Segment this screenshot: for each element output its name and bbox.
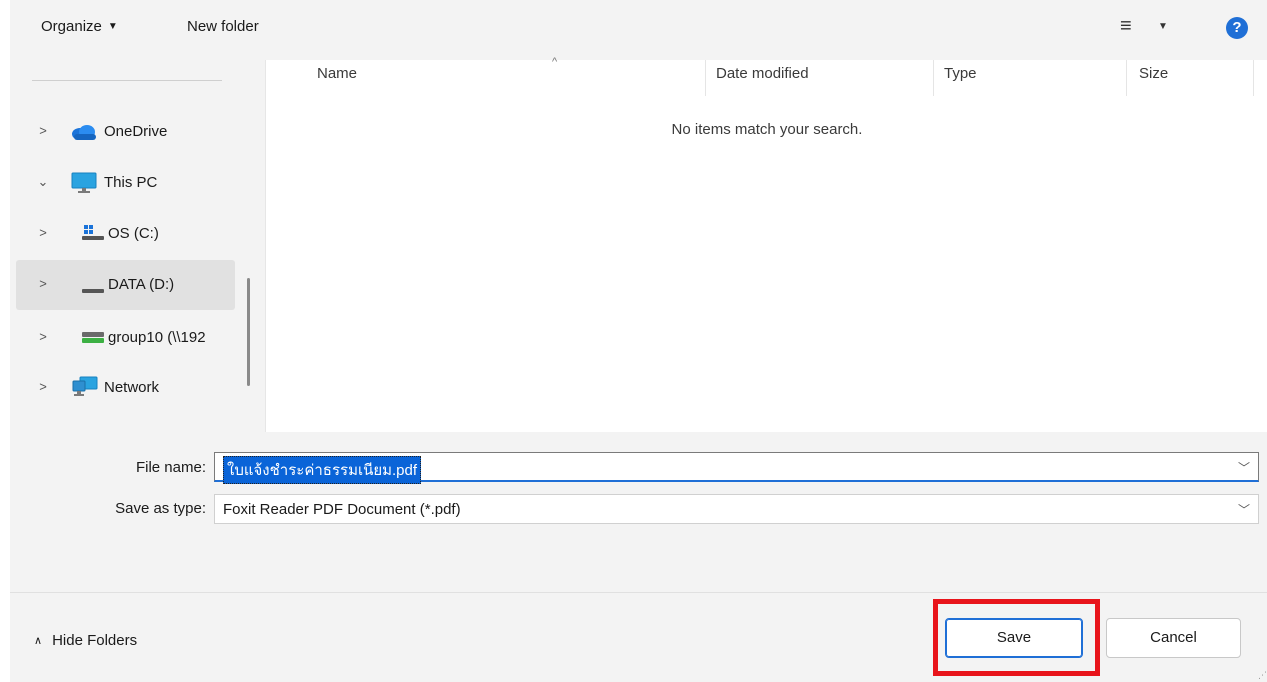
chevron-down-icon[interactable]: ⌄: [36, 174, 50, 190]
file-name-input[interactable]: ใบแจ้งชำระค่าธรรมเนียม.pdf ﹀: [214, 452, 1259, 484]
nav-item-onedrive[interactable]: > OneDrive: [16, 112, 235, 152]
highlight-annotation-box: [933, 599, 1100, 676]
chevron-right-icon[interactable]: >: [36, 276, 50, 291]
monitor-icon: [71, 172, 97, 198]
hide-folders-label: Hide Folders: [52, 632, 138, 649]
nav-item-network[interactable]: > Network: [16, 368, 235, 408]
chevron-right-icon[interactable]: >: [36, 329, 50, 344]
save-form: File name: ใบแจ้งชำระค่าธรรมเนียม.pdf ﹀ …: [10, 432, 1267, 592]
sort-ascending-icon: ^: [552, 56, 558, 68]
nav-divider: [32, 80, 222, 81]
column-header-name[interactable]: Name: [317, 65, 357, 82]
windows-drive-icon: [82, 224, 104, 246]
network-icon: [72, 376, 98, 402]
chevron-right-icon[interactable]: >: [36, 123, 50, 138]
file-name-label: File name:: [135, 459, 206, 476]
chevron-right-icon[interactable]: >: [36, 379, 50, 394]
chevron-down-icon: ▼: [107, 21, 118, 32]
save-type-select[interactable]: Foxit Reader PDF Document (*.pdf) ﹀: [214, 494, 1259, 524]
nav-scrollbar[interactable]: [247, 278, 250, 386]
navigation-pane: > OneDrive ⌄ This PC > OS (C:) > DATA (D…: [10, 60, 265, 432]
nav-item-label: OneDrive: [104, 123, 168, 140]
help-icon[interactable]: ?: [1226, 17, 1248, 39]
chevron-down-icon[interactable]: ﹀: [1238, 459, 1250, 476]
column-header-type[interactable]: Type: [944, 65, 977, 82]
nav-item-label: OS (C:): [108, 225, 159, 242]
chevron-down-icon[interactable]: ﹀: [1238, 501, 1250, 518]
column-divider[interactable]: [1253, 60, 1254, 96]
file-list: ^ Name Date modified Type Size No items …: [265, 56, 1267, 432]
network-drive-icon: [82, 331, 104, 348]
new-folder-button[interactable]: New folder: [187, 18, 259, 35]
dialog-footer: ∧ Hide Folders Save Cancel ⋰: [10, 592, 1267, 682]
nav-item-label: DATA (D:): [108, 276, 175, 293]
save-type-label: Save as type:: [115, 500, 206, 517]
column-divider[interactable]: [933, 60, 934, 96]
empty-message: No items match your search.: [671, 121, 863, 138]
save-as-dialog: Organize ▼ New folder ≡ ▼ ? > OneDrive ⌄ …: [10, 0, 1267, 682]
chevron-right-icon[interactable]: >: [36, 225, 50, 240]
nav-item-group10[interactable]: > group10 (\\192: [16, 318, 235, 358]
chevron-up-icon: ∧: [34, 635, 43, 647]
nav-item-label: This PC: [104, 174, 158, 191]
drive-icon: [82, 282, 104, 299]
file-name-value[interactable]: ใบแจ้งชำระค่าธรรมเนียม.pdf: [223, 456, 422, 484]
toolbar: Organize ▼ New folder ≡ ▼ ?: [10, 0, 1267, 60]
column-header-date-modified[interactable]: Date modified: [716, 65, 809, 82]
nav-item-os-c[interactable]: > OS (C:): [16, 214, 235, 254]
onedrive-cloud-icon: [70, 123, 98, 145]
column-header-size[interactable]: Size: [1139, 65, 1168, 82]
organize-menu-button[interactable]: Organize ▼: [41, 18, 118, 35]
column-divider[interactable]: [705, 60, 706, 96]
nav-item-label: group10 (\\192: [108, 329, 206, 346]
column-divider[interactable]: [1126, 60, 1127, 96]
resize-grip-icon[interactable]: ⋰: [1258, 670, 1267, 681]
details-view-icon[interactable]: ≡: [1120, 15, 1132, 38]
view-options-chevron-icon[interactable]: ▼: [1158, 21, 1168, 32]
cancel-button[interactable]: Cancel: [1106, 618, 1241, 658]
hide-folders-button[interactable]: ∧ Hide Folders: [34, 632, 137, 649]
nav-item-label: Network: [104, 379, 160, 396]
save-type-value: Foxit Reader PDF Document (*.pdf): [223, 501, 461, 518]
nav-item-data-d[interactable]: > DATA (D:): [16, 260, 235, 310]
organize-label: Organize: [41, 18, 102, 35]
nav-item-this-pc[interactable]: ⌄ This PC: [16, 163, 235, 203]
